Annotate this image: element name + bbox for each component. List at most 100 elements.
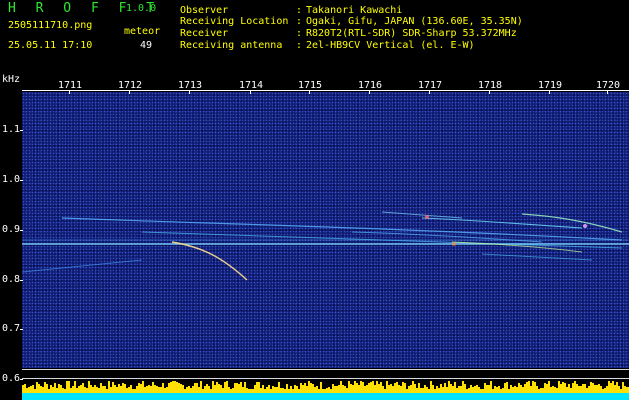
signal-level-bar <box>236 383 238 393</box>
signal-level-bar <box>376 381 378 393</box>
signal-level-bar <box>306 386 308 393</box>
signal-level-bar <box>334 386 336 393</box>
y-tick-1-0: 1.0 <box>2 174 21 185</box>
signal-level-bar <box>408 386 410 393</box>
signal-level-bar <box>340 381 342 393</box>
signal-level-bar <box>78 386 80 393</box>
signal-level-bar <box>338 385 340 393</box>
signal-level-bar <box>360 381 362 393</box>
signal-level-bar <box>226 381 228 393</box>
signal-level-bar <box>310 383 312 393</box>
signal-level-bar <box>152 382 154 393</box>
location-value: Ogaki, Gifu, JAPAN (136.60E, 35.35N) <box>306 16 523 27</box>
x-tick-mark <box>189 90 190 94</box>
signal-level-bar <box>476 385 478 393</box>
trace-10 <box>381 211 463 219</box>
signal-level-bar <box>278 382 280 393</box>
signal-level-bar <box>58 384 60 393</box>
signal-level-bar <box>368 383 370 393</box>
signal-level-bar <box>272 386 274 393</box>
trace-7 <box>521 213 623 233</box>
signal-level-bar <box>374 385 376 393</box>
signal-level-bar <box>474 386 476 393</box>
signal-level-bar <box>358 385 360 393</box>
x-tick-mark <box>429 90 430 94</box>
signal-level-bar <box>220 385 222 393</box>
signal-level-bar <box>488 385 490 393</box>
signal-level-bar <box>88 381 90 393</box>
signal-level-bar <box>562 382 564 393</box>
signal-level-bar <box>618 386 620 393</box>
signal-level-bar <box>104 386 106 393</box>
signal-level-bar <box>212 381 214 393</box>
signal-level-bar <box>294 385 296 393</box>
signal-level-bar <box>460 386 462 393</box>
signal-level-bar <box>548 381 550 393</box>
signal-level-bar <box>234 383 236 393</box>
signal-level-bar <box>114 385 116 393</box>
signal-level-bar <box>344 386 346 393</box>
signal-level-bar <box>564 383 566 393</box>
signal-level-bar <box>622 382 624 393</box>
signal-level-bar <box>484 383 486 393</box>
signal-level-bar <box>74 381 76 393</box>
signal-level-bar <box>120 386 122 393</box>
signal-level-bar <box>386 381 388 393</box>
signal-level-bar <box>112 382 114 393</box>
signal-level-bar <box>432 385 434 393</box>
signal-level-bar <box>410 385 412 393</box>
signal-level-bar <box>404 383 406 393</box>
signal-level-bar <box>572 383 574 393</box>
signal-level-bar <box>412 381 414 393</box>
signal-level-bar <box>254 385 256 393</box>
meteor-head-1 <box>425 215 429 219</box>
y-tick-mark <box>20 130 23 131</box>
signal-level-bar <box>296 386 298 393</box>
signal-level-bar <box>546 384 548 393</box>
signal-level-bar <box>350 384 352 393</box>
signal-level-bar <box>208 386 210 393</box>
signal-level-bar <box>316 386 318 393</box>
signal-level-bar <box>392 386 394 393</box>
signal-level-bar <box>150 386 152 393</box>
signal-level-bar <box>44 382 46 393</box>
y-tick-mark <box>20 230 23 231</box>
signal-level-bar <box>520 385 522 393</box>
x-tick-mark <box>549 90 550 94</box>
trace-4 <box>22 259 143 273</box>
signal-level-bar <box>616 382 618 393</box>
signal-level-bar <box>372 381 374 393</box>
noise-floor-bar <box>22 393 629 400</box>
signal-level-bar <box>256 382 258 393</box>
signal-level-bar <box>584 384 586 393</box>
signal-level-bar <box>582 384 584 393</box>
x-tick-mark <box>250 90 251 94</box>
signal-level-bar <box>440 384 442 393</box>
signal-level-bar <box>448 381 450 393</box>
signal-level-bar <box>544 383 546 393</box>
signal-level-bar <box>364 386 366 393</box>
observer-label: Observer <box>180 5 229 16</box>
signal-level-bar <box>320 382 322 393</box>
signal-level-bar <box>176 382 178 393</box>
signal-level-bar <box>200 381 202 393</box>
signal-level-bar <box>490 381 492 393</box>
antenna-value: 2el-HB9CV Vertical (el. E-W) <box>306 40 475 51</box>
signal-level-bar <box>174 381 176 393</box>
signal-level-bar <box>304 383 306 393</box>
x-tick-mark <box>309 90 310 94</box>
signal-level-bar <box>30 386 32 393</box>
x-tick-mark <box>489 90 490 94</box>
signal-level-bar <box>436 386 438 393</box>
signal-level-bar <box>124 384 126 393</box>
signal-level-bar <box>156 386 158 393</box>
signal-level-bar <box>142 381 144 393</box>
signal-level-bar <box>470 385 472 393</box>
signal-level-bar <box>262 385 264 393</box>
signal-level-bar <box>188 386 190 393</box>
signal-level-bar <box>610 383 612 393</box>
y-tick-mark <box>20 329 23 330</box>
y-tick-0-6: 0.6 <box>2 373 21 384</box>
signal-level-bar <box>578 386 580 393</box>
signal-level-bar <box>108 381 110 393</box>
